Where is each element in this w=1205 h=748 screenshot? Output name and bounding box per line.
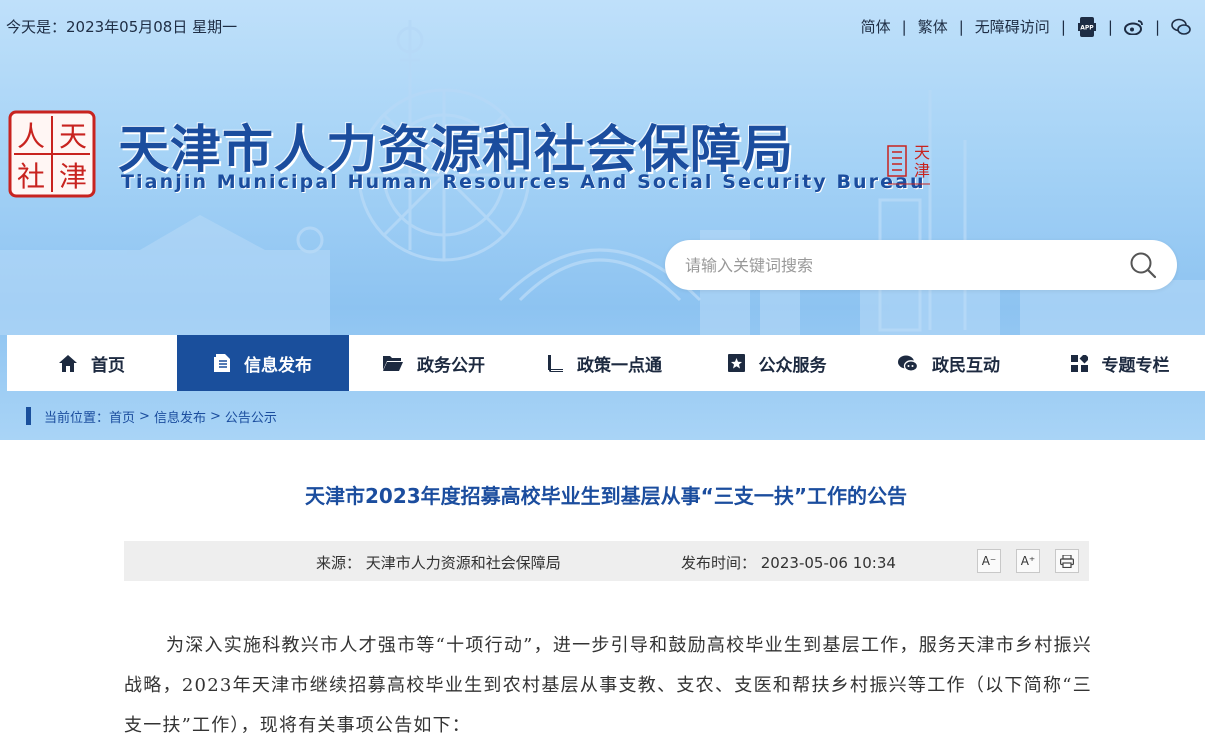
print-icon (1060, 554, 1074, 568)
search-box (665, 240, 1177, 290)
svg-text:津: 津 (59, 160, 87, 193)
accessibility-link[interactable]: 无障碍访问 (975, 16, 1050, 37)
folder-icon (383, 356, 403, 371)
breadcrumb-separator: > (139, 408, 150, 424)
nav-label: 信息发布 (244, 355, 312, 376)
current-date: 今天是：2023年05月08日 星期一 (6, 18, 238, 36)
top-links: 简体 | 繁体 | 无障碍访问 | APP | | (861, 16, 1191, 37)
nav-label: 政务公开 (417, 355, 485, 376)
nav-special-topics[interactable]: 专题专栏 (1035, 335, 1205, 391)
svg-text:天: 天 (914, 143, 930, 162)
breadcrumb-prefix: 当前位置： (44, 410, 110, 426)
article-source: 来源： 天津市人力资源和社会保障局 (316, 554, 561, 572)
weibo-icon[interactable] (1123, 17, 1144, 37)
nav-home[interactable]: 首页 (7, 335, 177, 391)
nav-interaction[interactable]: 政民互动 (863, 335, 1035, 391)
breadcrumb-news[interactable]: 信息发布 (154, 407, 206, 426)
book-icon (548, 354, 563, 372)
breadcrumb-separator: > (209, 408, 221, 424)
simplified-chinese-link[interactable]: 简体 (861, 16, 891, 37)
nav-news[interactable]: 信息发布 (177, 335, 349, 391)
hr-bureau-seal-logo: 人 天 社 津 (8, 110, 96, 198)
divider: | (1154, 17, 1160, 36)
search-input[interactable] (685, 252, 1105, 278)
nav-label: 政民互动 (932, 355, 1000, 376)
top-bar: 今天是：2023年05月08日 星期一 简体 | 繁体 | 无障碍访问 | AP… (0, 0, 1205, 52)
nav-policy[interactable]: 政策一点通 (519, 335, 691, 391)
star-badge-icon (727, 354, 745, 372)
nav-gov-affairs[interactable]: 政务公开 (349, 335, 519, 391)
font-increase-button[interactable]: A⁺ (1016, 549, 1040, 573)
tianjin-seal-logo: 天 津 (887, 143, 930, 185)
wechat-icon[interactable] (1171, 17, 1191, 37)
svg-text:天: 天 (59, 120, 87, 153)
home-icon (59, 354, 77, 372)
breadcrumb-home[interactable]: 首页 (109, 407, 135, 426)
chat-icon (898, 355, 918, 372)
search-icon[interactable] (1129, 251, 1157, 279)
svg-text:APP: APP (1080, 24, 1094, 31)
main-navigation: 首页 信息发布 政务公开 政策一点通 公众服务 政民互动 专题专栏 (7, 335, 1205, 391)
nav-public-service[interactable]: 公众服务 (691, 335, 863, 391)
divider: | (1060, 17, 1066, 36)
divider: | (901, 17, 907, 36)
print-button[interactable] (1055, 549, 1079, 573)
nav-label: 公众服务 (758, 355, 827, 376)
traditional-chinese-link[interactable]: 繁体 (918, 16, 948, 37)
document-icon (214, 354, 230, 372)
app-icon[interactable]: APP (1077, 16, 1097, 37)
divider: | (1107, 17, 1113, 36)
site-title-english: Tianjin Municipal Human Resources And So… (121, 171, 926, 193)
article-paragraph: 为深入实施科教兴市人才强市等“十项行动”，进一步引导和鼓励高校毕业生到基层工作，… (124, 635, 1092, 736)
nav-label: 专题专栏 (1101, 355, 1170, 376)
breadcrumb: 当前位置： 首页 > 信息发布 > 公告公示 (26, 405, 277, 427)
breadcrumb-announcements[interactable]: 公告公示 (225, 407, 277, 426)
publish-time: 发布时间： 2023-05-06 10:34 (681, 554, 896, 572)
nav-label: 首页 (91, 355, 125, 376)
grid-icon (1070, 354, 1088, 372)
nav-label: 政策一点通 (577, 355, 662, 376)
divider: | (958, 17, 964, 36)
svg-text:津: 津 (914, 161, 930, 180)
breadcrumb-marker (26, 407, 31, 425)
article-meta-bar: 来源： 天津市人力资源和社会保障局 发布时间： 2023-05-06 10:34… (124, 541, 1089, 581)
svg-text:人: 人 (17, 120, 45, 153)
article-title: 天津市2023年度招募高校毕业生到基层从事“三支一扶”工作的公告 (305, 484, 907, 508)
font-decrease-button[interactable]: A⁻ (977, 549, 1001, 573)
svg-text:社: 社 (17, 160, 45, 193)
